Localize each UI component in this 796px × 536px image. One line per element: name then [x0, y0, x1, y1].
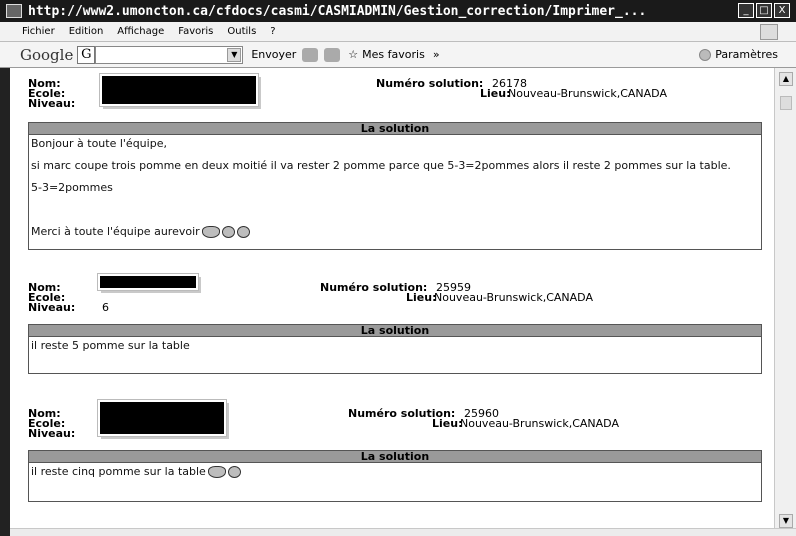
smiley-emoticon-icon	[236, 226, 250, 238]
solution-text: il reste cinq pomme sur la table	[29, 463, 761, 489]
send-button[interactable]: Envoyer	[251, 48, 296, 61]
toolbar-pagerank-icon[interactable]	[324, 47, 341, 62]
menu-help[interactable]: ?	[270, 26, 275, 37]
solution-line: Bonjour à toute l'équipe,	[31, 137, 167, 150]
window-title: http://www2.umoncton.ca/cfdocs/casmi/CAS…	[28, 3, 647, 19]
google-g-icon[interactable]: G	[77, 45, 96, 64]
solution-box: La solution Bonjour à toute l'équipe, si…	[28, 122, 762, 250]
star-icon[interactable]: ☆	[348, 48, 358, 61]
horizontal-scrollbar[interactable]	[10, 528, 796, 536]
lieu-label: Lieu:	[406, 291, 437, 304]
solution-line: Merci à toute l'équipe aurevoir	[31, 225, 200, 238]
close-button[interactable]: X	[774, 3, 790, 18]
lieu-label: Lieu:	[432, 417, 463, 430]
favorites-button[interactable]: Mes favoris	[362, 48, 425, 61]
window-left-border	[0, 68, 10, 536]
chevron-down-icon[interactable]: ▼	[227, 47, 242, 62]
niveau-label: Niveau:	[28, 301, 76, 314]
scroll-up-icon[interactable]: ▲	[779, 72, 793, 86]
window-controls: _ □ X	[738, 3, 790, 18]
solution-line: 5-3=2pommes	[31, 181, 113, 194]
maximize-button[interactable]: □	[756, 3, 772, 18]
minimize-button[interactable]: _	[738, 3, 754, 18]
settings-label: Paramètres	[715, 48, 778, 61]
settings-button[interactable]: Paramètres	[699, 48, 778, 61]
niveau-value: 6	[102, 301, 109, 314]
smiley-emoticon-icon	[227, 466, 241, 478]
solution-line: si marc coupe trois pomme en deux moitié…	[31, 159, 731, 172]
scroll-thumb[interactable]	[780, 96, 792, 110]
solution-header: La solution	[29, 451, 761, 463]
solution-line: il reste cinq pomme sur la table	[31, 465, 206, 478]
window-title-bar: http://www2.umoncton.ca/cfdocs/casmi/CAS…	[0, 0, 796, 22]
solution-number-label: Numéro solution:	[376, 77, 484, 90]
solution-header: La solution	[29, 325, 761, 337]
niveau-label: Niveau:	[28, 97, 76, 110]
menu-bar: Fichier Edition Affichage Favoris Outils…	[0, 22, 796, 42]
solution-box: La solution il reste 5 pomme sur la tabl…	[28, 324, 762, 374]
menu-favoris[interactable]: Favoris	[178, 26, 213, 37]
scroll-down-icon[interactable]: ▼	[779, 514, 793, 528]
lieu-label: Lieu:	[480, 87, 511, 100]
vertical-scrollbar[interactable]: ▲ ▼	[774, 68, 796, 528]
more-button[interactable]: »	[433, 48, 440, 61]
lieu-value: Nouveau-Brunswick,CANADA	[434, 291, 593, 304]
lieu-value: Nouveau-Brunswick,CANADA	[508, 87, 667, 100]
sunglasses-emoticon-icon	[207, 466, 226, 478]
menu-fichier[interactable]: Fichier	[22, 26, 55, 37]
solution-text: Bonjour à toute l'équipe, si marc coupe …	[29, 135, 761, 249]
smiley-emoticon-icon	[221, 226, 235, 238]
settings-icon	[699, 48, 712, 61]
menu-edition[interactable]: Edition	[69, 26, 104, 37]
windows-logo-icon	[760, 24, 778, 40]
browser-app-icon	[6, 4, 22, 18]
solution-text: il reste 5 pomme sur la table	[29, 337, 761, 363]
menu-affichage[interactable]: Affichage	[117, 26, 164, 37]
lieu-value: Nouveau-Brunswick,CANADA	[460, 417, 619, 430]
solution-header: La solution	[29, 123, 761, 135]
toolbar-tool-icon[interactable]	[302, 47, 319, 62]
solution-box: La solution il reste cinq pomme sur la t…	[28, 450, 762, 502]
redacted-name	[97, 399, 227, 437]
redacted-name	[99, 73, 259, 107]
search-input[interactable]: ▼	[95, 45, 244, 64]
redacted-name	[97, 273, 199, 291]
niveau-label: Niveau:	[28, 427, 76, 440]
google-toolbar: Google G ▼ Envoyer ☆ Mes favoris » Param…	[0, 42, 796, 68]
google-logo: Google	[20, 45, 74, 64]
waving-emoticon-icon	[201, 226, 220, 238]
solution-line: il reste 5 pomme sur la table	[31, 339, 190, 352]
menu-outils[interactable]: Outils	[227, 26, 256, 37]
